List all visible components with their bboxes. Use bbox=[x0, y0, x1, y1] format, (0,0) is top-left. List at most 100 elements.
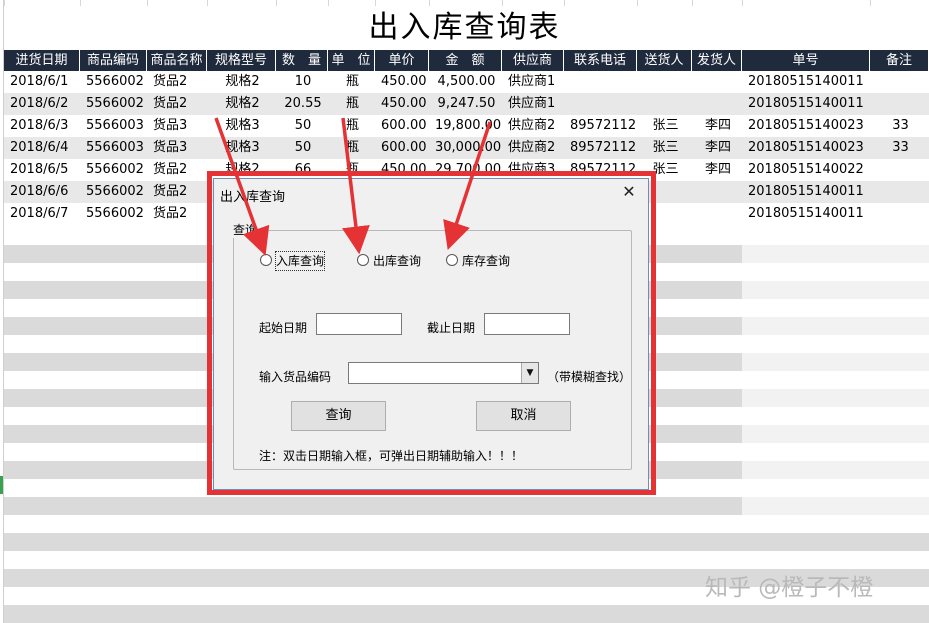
table-cell[interactable]: 2018/6/1 bbox=[10, 71, 76, 93]
table-cell[interactable]: 5566003 bbox=[86, 137, 144, 159]
table-cell[interactable]: 2018/6/2 bbox=[10, 93, 76, 115]
empty-row bbox=[4, 605, 929, 623]
table-cell[interactable] bbox=[698, 71, 738, 93]
table-cell[interactable]: 李四 bbox=[698, 159, 738, 181]
table-cell[interactable]: 5566002 bbox=[86, 181, 144, 203]
table-cell[interactable]: 20180515140011 bbox=[748, 71, 866, 93]
table-cell[interactable]: 20180515140011 bbox=[748, 93, 866, 115]
table-cell[interactable]: 规格3 bbox=[213, 115, 272, 137]
table-cell[interactable]: 供应商2 bbox=[508, 137, 560, 159]
highlight-box bbox=[207, 171, 656, 495]
table-cell[interactable] bbox=[570, 93, 633, 115]
table-cell[interactable]: 20.55 bbox=[282, 93, 324, 115]
table-cell[interactable]: 李四 bbox=[698, 137, 738, 159]
table-row: 2018/6/4 5566003 货品3 规格3 50 瓶 600.00 30,000.00 供… bbox=[4, 137, 929, 159]
empty-row bbox=[4, 515, 929, 533]
table-row: 2018/6/1 5566002 货品2 规格2 10 瓶 450.00 4,500.00 供应… bbox=[4, 71, 929, 93]
table-cell[interactable] bbox=[876, 181, 925, 203]
table-cell[interactable]: 5566002 bbox=[86, 93, 144, 115]
table-cell[interactable]: 450.00 bbox=[381, 93, 427, 115]
column-header: 发货人 bbox=[692, 50, 742, 71]
table-cell[interactable]: 20180515140023 bbox=[748, 137, 866, 159]
empty-row-right bbox=[742, 299, 929, 317]
table-cell[interactable]: 89572112 bbox=[570, 115, 636, 137]
table-cell[interactable]: 5566003 bbox=[86, 115, 144, 137]
table-cell[interactable]: 9,247.50 bbox=[435, 93, 498, 115]
column-header: 联系电话 bbox=[564, 50, 637, 71]
column-header: 供应商 bbox=[502, 50, 564, 71]
table-cell[interactable]: 600.00 bbox=[381, 137, 427, 159]
table-cell[interactable]: 19,800.00 bbox=[435, 115, 501, 137]
table-cell[interactable] bbox=[876, 203, 925, 225]
table-cell[interactable]: 规格2 bbox=[213, 71, 272, 93]
empty-row-right bbox=[742, 425, 929, 443]
table-cell[interactable] bbox=[876, 159, 925, 181]
table-cell[interactable]: 货品2 bbox=[153, 93, 203, 115]
table-cell[interactable]: 2018/6/7 bbox=[10, 203, 76, 225]
table-cell[interactable]: 货品2 bbox=[153, 71, 203, 93]
column-header: 金 额 bbox=[429, 50, 502, 71]
table-cell[interactable] bbox=[643, 93, 688, 115]
table-cell[interactable]: 600.00 bbox=[381, 115, 427, 137]
table-cell[interactable]: 瓶 bbox=[334, 137, 371, 159]
table-cell[interactable]: 张三 bbox=[643, 115, 688, 137]
table-row: 2018/6/3 5566003 货品3 规格3 50 瓶 600.00 19,800.00 供… bbox=[4, 115, 929, 137]
table-cell[interactable]: 货品3 bbox=[153, 115, 203, 137]
table-cell[interactable]: 供应商1 bbox=[508, 93, 560, 115]
table-cell[interactable]: 33 bbox=[876, 115, 925, 137]
table-cell[interactable] bbox=[876, 93, 925, 115]
table-cell[interactable]: 规格3 bbox=[213, 137, 272, 159]
column-header: 商品编码 bbox=[80, 50, 147, 71]
empty-row-right bbox=[742, 497, 929, 515]
table-cell[interactable]: 张三 bbox=[643, 137, 688, 159]
table-cell[interactable]: 10 bbox=[282, 71, 324, 93]
table-cell[interactable]: 货品3 bbox=[153, 137, 203, 159]
table-cell[interactable]: 货品2 bbox=[153, 181, 203, 203]
table-cell[interactable]: 供应商2 bbox=[508, 115, 560, 137]
table-cell[interactable]: 450.00 bbox=[381, 71, 427, 93]
table-cell[interactable]: 5566002 bbox=[86, 71, 144, 93]
table-cell[interactable]: 瓶 bbox=[334, 71, 371, 93]
table-cell[interactable]: 2018/6/3 bbox=[10, 115, 76, 137]
empty-row-right bbox=[742, 263, 929, 281]
table-cell[interactable] bbox=[698, 93, 738, 115]
empty-row-right bbox=[742, 335, 929, 353]
table-cell[interactable]: 20180515140011 bbox=[748, 203, 866, 225]
table-cell[interactable]: 瓶 bbox=[334, 115, 371, 137]
empty-row-right bbox=[742, 317, 929, 335]
table-cell[interactable]: 20180515140022 bbox=[748, 159, 866, 181]
table-cell[interactable]: 货品2 bbox=[153, 203, 203, 225]
table-cell[interactable]: 2018/6/5 bbox=[10, 159, 76, 181]
table-cell[interactable]: 5566002 bbox=[86, 203, 144, 225]
table-cell[interactable]: 供应商1 bbox=[508, 71, 560, 93]
table-cell[interactable]: 89572112 bbox=[570, 137, 636, 159]
table-cell[interactable]: 瓶 bbox=[334, 93, 371, 115]
empty-row bbox=[4, 497, 742, 515]
empty-row-right bbox=[742, 371, 929, 389]
table-cell[interactable]: 2018/6/4 bbox=[10, 137, 76, 159]
table-header: 进货日期 商品编码 商品名称 规格型号数 量单 位单价金 额供应商 联系电话 送货人 发货人… bbox=[4, 50, 929, 71]
table-cell[interactable]: 规格2 bbox=[213, 93, 272, 115]
table-cell[interactable] bbox=[876, 71, 925, 93]
column-header: 单 位 bbox=[328, 50, 375, 71]
table-cell[interactable]: 50 bbox=[282, 137, 324, 159]
table-cell[interactable]: 李四 bbox=[698, 115, 738, 137]
table-cell[interactable]: 30,000.00 bbox=[435, 137, 501, 159]
table-cell[interactable] bbox=[698, 181, 738, 203]
column-header: 规格型号 bbox=[207, 50, 276, 71]
empty-row-right bbox=[742, 281, 929, 299]
table-row: 2018/6/2 5566002 货品2 规格2 20.55 瓶 450.00 9,247.5… bbox=[4, 93, 929, 115]
table-cell[interactable] bbox=[570, 71, 633, 93]
table-cell[interactable]: 5566002 bbox=[86, 159, 144, 181]
table-cell[interactable] bbox=[698, 203, 738, 225]
table-cell[interactable] bbox=[643, 71, 688, 93]
table-cell[interactable]: 50 bbox=[282, 115, 324, 137]
table-cell[interactable]: 2018/6/6 bbox=[10, 181, 76, 203]
table-cell[interactable]: 20180515140011 bbox=[748, 181, 866, 203]
column-header: 商品名称 bbox=[147, 50, 207, 71]
table-cell[interactable]: 货品2 bbox=[153, 159, 203, 181]
table-cell[interactable]: 33 bbox=[876, 137, 925, 159]
empty-row-right bbox=[742, 389, 929, 407]
table-cell[interactable]: 4,500.00 bbox=[435, 71, 498, 93]
table-cell[interactable]: 20180515140023 bbox=[748, 115, 866, 137]
